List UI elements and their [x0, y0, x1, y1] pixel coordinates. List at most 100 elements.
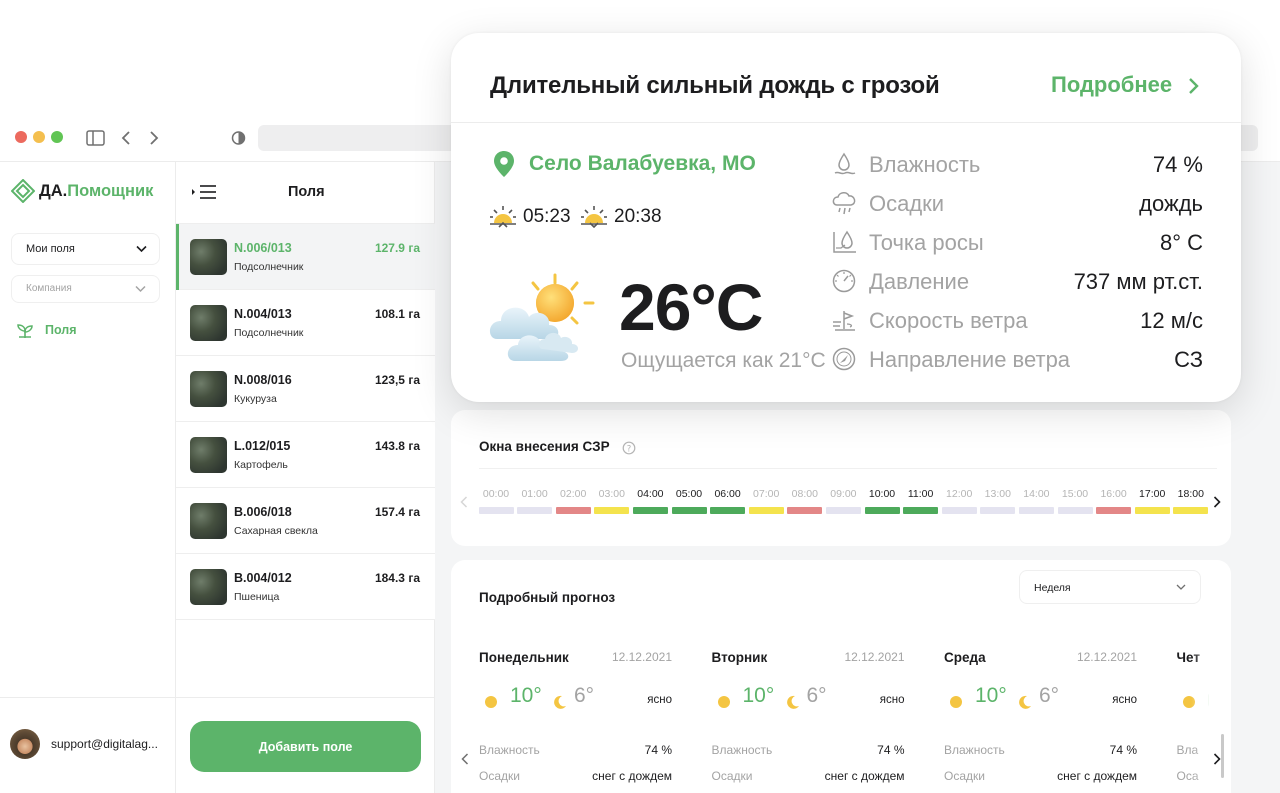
humidity-label: Влажность	[479, 743, 540, 757]
szr-hour-label: 16:00	[1100, 488, 1127, 500]
szr-status-bar	[825, 507, 861, 514]
metric-label: Осадки	[869, 191, 945, 216]
forecast-scrollbar[interactable]	[1221, 734, 1224, 778]
chevron-right-icon[interactable]	[1213, 753, 1221, 765]
menu-toggle-icon[interactable]	[191, 184, 217, 200]
close-window-button[interactable]	[15, 131, 27, 143]
forecast-day: Понедельник 12.12.2021 10° 6° ясно Влажность 7…	[479, 638, 672, 793]
metric-label: Точка росы	[869, 230, 984, 255]
maximize-window-button[interactable]	[51, 131, 63, 143]
szr-hour-cell[interactable]: 00:00	[478, 486, 514, 514]
privacy-shield-icon[interactable]	[231, 130, 246, 146]
sidebar-toggle-icon[interactable]	[86, 130, 105, 146]
forecast-day-name: Вторник	[711, 650, 768, 665]
dew-point-icon	[833, 230, 856, 253]
szr-hour-cell[interactable]: 05:00	[671, 486, 707, 514]
humidity-value: 74 %	[1109, 743, 1137, 757]
szr-hour-cell[interactable]: 11:00	[903, 486, 939, 514]
field-list-item[interactable]: N.004/013 Подсолнечник 108.1 га	[176, 290, 435, 356]
humidity-label: Влажность	[711, 743, 773, 757]
field-thumbnail	[190, 239, 227, 275]
metric-value: 74 %	[1152, 152, 1203, 177]
field-code: N.004/013	[234, 307, 292, 321]
period-select[interactable]: Неделя	[1019, 570, 1201, 604]
field-code: B.004/012	[234, 571, 292, 585]
nav-item-fields-label: Поля	[45, 323, 77, 337]
chevron-left-icon[interactable]	[461, 753, 469, 765]
szr-hour-cell[interactable]: 10:00	[864, 486, 900, 514]
details-link-label: Подробнее	[1051, 72, 1173, 97]
szr-status-bar	[1173, 507, 1209, 514]
minimize-window-button[interactable]	[33, 131, 45, 143]
add-field-button[interactable]: Добавить поле	[190, 721, 421, 772]
forecast-day-temp: 10°	[510, 684, 542, 707]
szr-hour-cell[interactable]: 01:00	[517, 486, 553, 514]
metric-label: Скорость ветра	[869, 308, 1028, 333]
fields-panel-header: Поля	[176, 162, 435, 224]
szr-hour-cell[interactable]: 18:00	[1173, 486, 1209, 514]
field-area: 143.8 га	[374, 439, 420, 453]
field-list-item[interactable]: B.006/018 Сахарная свекла 157.4 га	[176, 488, 435, 554]
app-logo[interactable]: ДА. Помощник	[11, 178, 153, 204]
precip-value: снег с дождем	[1057, 769, 1137, 783]
szr-hour-cell[interactable]: 06:00	[710, 486, 746, 514]
chevron-down-icon	[1176, 584, 1186, 590]
szr-hour-cell[interactable]: 13:00	[980, 486, 1016, 514]
humidity-icon	[834, 152, 856, 175]
field-list-item[interactable]: N.008/016 Кукуруза 123,5 га	[176, 356, 435, 422]
metric-label: Влажность	[869, 152, 981, 177]
chevron-right-icon[interactable]	[1213, 496, 1221, 508]
szr-hour-cell[interactable]: 15:00	[1057, 486, 1093, 514]
chevron-right-icon	[1189, 78, 1199, 94]
sunset-time: 20:38	[614, 206, 662, 227]
sprout-icon	[17, 324, 33, 338]
my-fields-select-value: Мои поля	[26, 243, 75, 255]
szr-status-bar	[903, 507, 939, 514]
szr-divider	[479, 468, 1217, 469]
my-fields-select[interactable]: Мои поля	[11, 233, 160, 265]
company-select-placeholder: Компания	[26, 283, 72, 294]
field-area: 157.4 га	[374, 505, 420, 519]
szr-status-bar	[594, 507, 630, 514]
field-thumbnail	[190, 569, 227, 605]
szr-hour-cell[interactable]: 07:00	[748, 486, 784, 514]
forecast-day-name: Среда	[944, 650, 986, 665]
field-list-item[interactable]: N.006/013 Подсолнечник 127.9 га	[176, 224, 435, 290]
chevron-left-icon[interactable]	[460, 496, 468, 508]
szr-status-bar	[1096, 507, 1132, 514]
szr-hour-cell[interactable]: 09:00	[825, 486, 861, 514]
szr-hour-cell[interactable]: 08:00	[787, 486, 823, 514]
user-profile[interactable]: support@digitalag...	[10, 729, 170, 761]
location-name[interactable]: Село Валабуевка, МО	[529, 152, 756, 176]
szr-hour-cell[interactable]: 12:00	[941, 486, 977, 514]
user-email: support@digitalag...	[51, 737, 158, 751]
szr-status-bar	[555, 507, 591, 514]
fields-panel: Поля N.006/013 Подсолнечник 127.9 га N.004/…	[176, 162, 435, 793]
nav-item-fields[interactable]: Поля	[16, 320, 156, 342]
szr-hour-cell[interactable]: 02:00	[555, 486, 591, 514]
szr-status-bar	[1018, 507, 1054, 514]
szr-hour-cell[interactable]: 16:00	[1096, 486, 1132, 514]
szr-hour-cell[interactable]: 17:00	[1134, 486, 1170, 514]
field-code: L.012/015	[234, 439, 291, 453]
details-link[interactable]: Подробнее	[1051, 72, 1211, 102]
metric-value: 8° C	[1159, 230, 1203, 255]
precip-label: Осадки	[711, 769, 753, 783]
sunset-icon	[581, 206, 607, 228]
szr-hour-cell[interactable]: 14:00	[1018, 486, 1054, 514]
company-select[interactable]: Компания	[11, 275, 160, 303]
back-icon[interactable]	[121, 130, 131, 146]
forward-icon[interactable]	[149, 130, 159, 146]
szr-hour-cell[interactable]: 03:00	[594, 486, 630, 514]
field-crop: Картофель	[234, 459, 288, 471]
field-list-item[interactable]: B.004/012 Пшеница 184.3 га	[176, 554, 435, 620]
forecast-title: Подробный прогноз	[479, 590, 616, 605]
help-icon[interactable]: ?	[622, 441, 636, 455]
szr-hour-cell[interactable]: 04:00	[632, 486, 668, 514]
field-list-item[interactable]: L.012/015 Картофель 143.8 га	[176, 422, 435, 488]
field-crop: Кукуруза	[234, 393, 277, 405]
szr-status-bar	[671, 507, 707, 514]
metric-value: 737 мм рт.ст.	[1073, 269, 1203, 294]
field-area: 184.3 га	[374, 571, 420, 585]
chevron-down-icon	[136, 245, 147, 253]
